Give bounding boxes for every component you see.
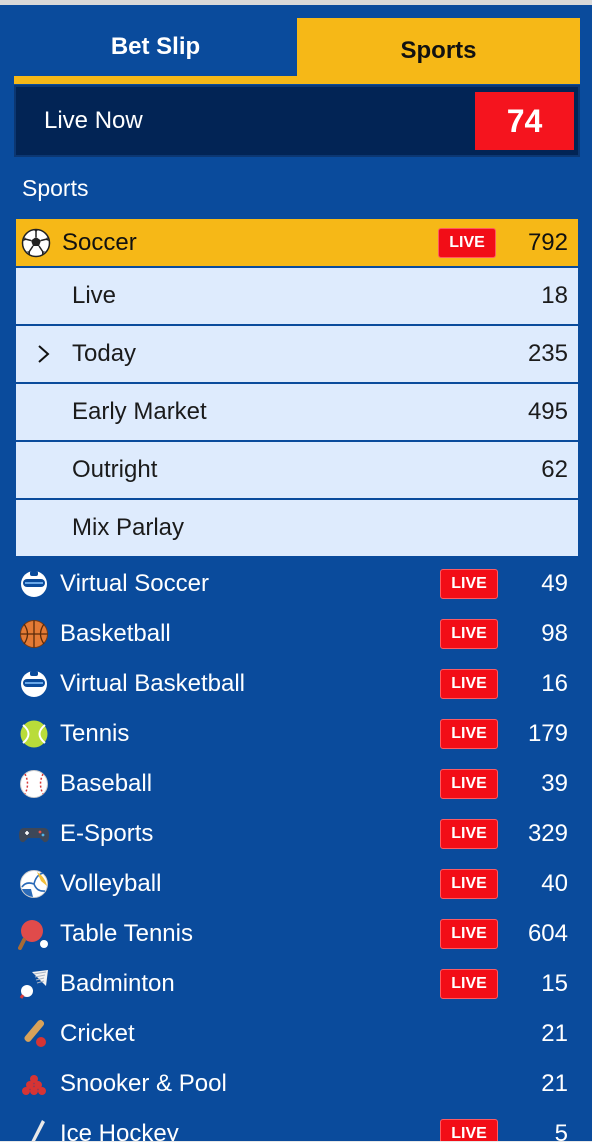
sport-item-label: Badminton	[60, 970, 175, 997]
sport-item-ice-hockey[interactable]: Ice Hockey LIVE 5	[16, 1109, 578, 1142]
virtual-soccer-icon	[18, 568, 50, 600]
sport-item-label: Ice Hockey	[60, 1120, 179, 1142]
sport-item-count: 21	[541, 1020, 568, 1047]
sport-item-tennis[interactable]: Tennis LIVE 179	[16, 709, 578, 759]
virtual-basketball-icon	[18, 668, 50, 700]
sport-item-label: Table Tennis	[60, 920, 193, 947]
live-badge-slot: LIVE	[440, 1119, 498, 1142]
live-badge-slot: LIVE	[440, 869, 498, 899]
sport-item-soccer[interactable]: Soccer LIVE 792	[16, 219, 578, 266]
volleyball-icon	[18, 868, 50, 900]
sport-item-label: Virtual Soccer	[60, 570, 209, 597]
live-badge: LIVE	[440, 969, 498, 999]
soccer-submenu-item-live[interactable]: Live 18	[16, 268, 578, 326]
live-badge-slot: LIVE	[440, 569, 498, 599]
soccer-submenu-item-early-market[interactable]: Early Market 495	[16, 384, 578, 442]
tab-sports[interactable]: Sports	[297, 18, 580, 84]
live-now-count: 74	[475, 92, 574, 150]
live-badge: LIVE	[440, 719, 498, 749]
chevron-right-icon	[16, 344, 72, 364]
sport-item-virtual-soccer[interactable]: Virtual Soccer LIVE 49	[16, 559, 578, 609]
submenu-item-label: Mix Parlay	[72, 514, 185, 541]
sport-item-count: 21	[541, 1070, 568, 1097]
sport-item-label: Volleyball	[60, 870, 162, 897]
sport-item-badminton[interactable]: Badminton LIVE 15	[16, 959, 578, 1009]
sports-section-title: Sports	[22, 175, 89, 201]
submenu-item-count: 235	[527, 340, 568, 367]
sport-item-volleyball[interactable]: Volleyball LIVE 40	[16, 859, 578, 909]
basketball-icon	[18, 618, 50, 650]
snooker-icon	[18, 1068, 50, 1100]
sport-item-count: 329	[527, 820, 568, 847]
live-badge-slot: LIVE	[440, 769, 498, 799]
sport-item-count: 49	[541, 570, 568, 597]
sport-item-count: 16	[541, 670, 568, 697]
cricket-icon	[18, 1018, 50, 1050]
baseball-icon	[18, 768, 50, 800]
sport-item-count: 179	[527, 720, 568, 747]
live-badge-slot: LIVE	[440, 619, 498, 649]
soccer-ball-icon	[20, 227, 52, 259]
sport-item-e-sports[interactable]: E-Sports LIVE 329	[16, 809, 578, 859]
tennis-ball-icon	[18, 718, 50, 750]
live-badge-slot: LIVE	[440, 819, 498, 849]
live-badge-slot: LIVE	[440, 669, 498, 699]
sport-item-snooker-and-pool[interactable]: Snooker & Pool 21	[16, 1059, 578, 1109]
sports-menu-panel: Bet Slip Sports Live Now 74 Sports Socce…	[0, 0, 592, 1142]
live-badge: LIVE	[440, 769, 498, 799]
top-tabs: Bet Slip Sports	[14, 18, 580, 84]
live-badge: LIVE	[440, 1119, 498, 1142]
live-badge: LIVE	[440, 919, 498, 949]
sport-item-label: Basketball	[60, 620, 171, 647]
live-now-label: Live Now	[44, 107, 143, 134]
sport-item-virtual-basketball[interactable]: Virtual Basketball LIVE 16	[16, 659, 578, 709]
submenu-item-count: 62	[541, 456, 568, 483]
sport-item-count: 40	[541, 870, 568, 897]
submenu-item-label: Today	[72, 340, 137, 367]
sports-list: Virtual Soccer LIVE 49 Basketball LIVE 98 Virt…	[16, 559, 578, 1142]
live-badge: LIVE	[440, 869, 498, 899]
submenu-item-count: 18	[541, 282, 568, 309]
sport-item-count: 15	[541, 970, 568, 997]
gamepad-icon	[18, 818, 50, 850]
sport-item-count: 604	[527, 920, 568, 947]
live-badge: LIVE	[440, 669, 498, 699]
sport-item-label: Snooker & Pool	[60, 1070, 227, 1097]
sport-item-label: Cricket	[60, 1020, 135, 1047]
submenu-item-label: Early Market	[72, 398, 207, 425]
submenu-item-count: 495	[527, 398, 568, 425]
sport-item-basketball[interactable]: Basketball LIVE 98	[16, 609, 578, 659]
soccer-submenu-item-outright[interactable]: Outright 62	[16, 442, 578, 500]
ice-hockey-icon	[18, 1118, 50, 1142]
sport-item-count: 5	[554, 1120, 568, 1142]
sport-item-label: E-Sports	[60, 820, 154, 847]
sport-item-count: 98	[541, 620, 568, 647]
soccer-submenu-item-mix-parlay[interactable]: Mix Parlay	[16, 500, 578, 556]
live-badge: LIVE	[438, 227, 496, 258]
sport-item-label: Soccer	[62, 228, 137, 256]
sport-item-count: 39	[541, 770, 568, 797]
shuttlecock-icon	[18, 968, 50, 1000]
submenu-item-label: Live	[72, 282, 117, 309]
sport-item-count: 792	[527, 228, 568, 256]
live-badge-slot: LIVE	[440, 969, 498, 999]
live-badge-slot: LIVE	[440, 719, 498, 749]
sport-item-baseball[interactable]: Baseball LIVE 39	[16, 759, 578, 809]
table-tennis-icon	[18, 918, 50, 950]
submenu-item-label: Outright	[72, 456, 158, 483]
live-badge: LIVE	[440, 819, 498, 849]
sport-item-table-tennis[interactable]: Table Tennis LIVE 604	[16, 909, 578, 959]
live-badge: LIVE	[440, 569, 498, 599]
live-badge: LIVE	[440, 619, 498, 649]
sport-item-cricket[interactable]: Cricket 21	[16, 1009, 578, 1059]
sport-item-label: Baseball	[60, 770, 153, 797]
sport-item-label: Virtual Basketball	[60, 670, 245, 697]
soccer-submenu: Live 18 Today 235 Early Market 495 Outright 62 M…	[16, 268, 578, 556]
sport-item-label: Tennis	[60, 720, 130, 747]
live-now-bar[interactable]: Live Now 74	[14, 85, 580, 157]
tab-bet-slip[interactable]: Bet Slip	[14, 18, 297, 84]
soccer-submenu-item-today[interactable]: Today 235	[16, 326, 578, 384]
live-badge-slot: LIVE	[440, 919, 498, 949]
